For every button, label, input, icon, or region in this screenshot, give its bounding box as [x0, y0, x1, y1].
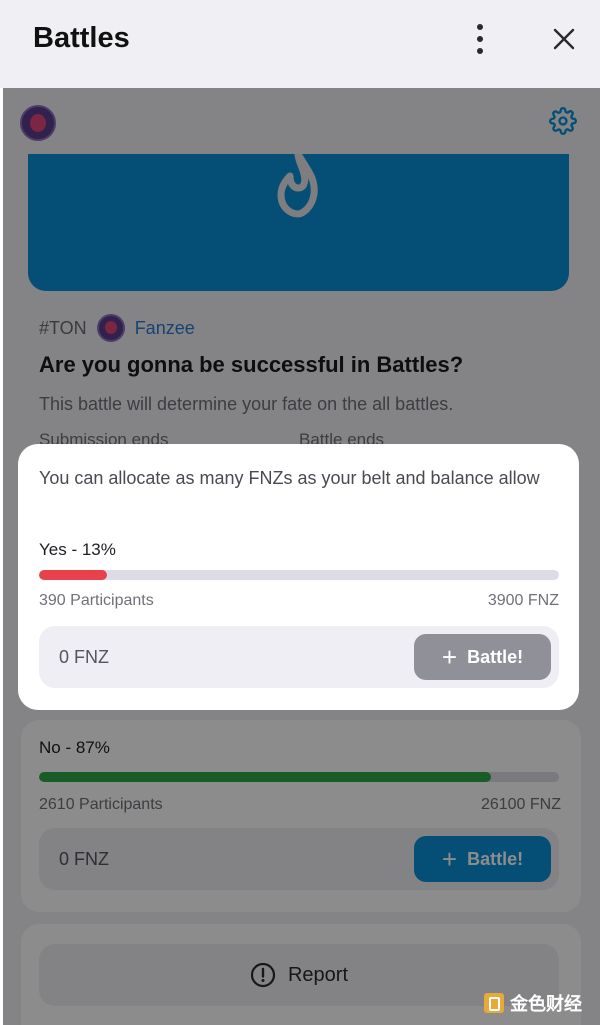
allocation-note: You can allocate as many FNZs as your be…: [39, 468, 540, 488]
option-progress-fill: [39, 570, 107, 580]
battle-button-label: Battle!: [467, 646, 524, 667]
popup-card: You can allocate as many FNZs as your be…: [18, 444, 579, 710]
stake-input[interactable]: 0 FNZ + Battle!: [39, 626, 559, 688]
window-titlebar: Battles: [0, 0, 600, 88]
watermark: 金色财经: [484, 990, 582, 1016]
watermark-text: 金色财经: [510, 994, 582, 1014]
option-participants: 390 Participants: [39, 592, 154, 609]
kebab-menu-icon[interactable]: [468, 22, 492, 56]
stake-value[interactable]: 0 FNZ: [59, 647, 109, 668]
option-label: Yes - 13%: [39, 540, 116, 559]
watermark-logo-icon: [484, 993, 504, 1013]
allocation-popup: You can allocate as many FNZs as your be…: [18, 444, 579, 710]
plus-icon: +: [441, 642, 458, 672]
option-amount: 3900 FNZ: [487, 592, 559, 609]
battle-button[interactable]: + Battle!: [414, 634, 551, 680]
close-icon[interactable]: [548, 23, 580, 55]
window-title: Battles: [33, 22, 130, 54]
option-progress-track: [39, 570, 559, 580]
